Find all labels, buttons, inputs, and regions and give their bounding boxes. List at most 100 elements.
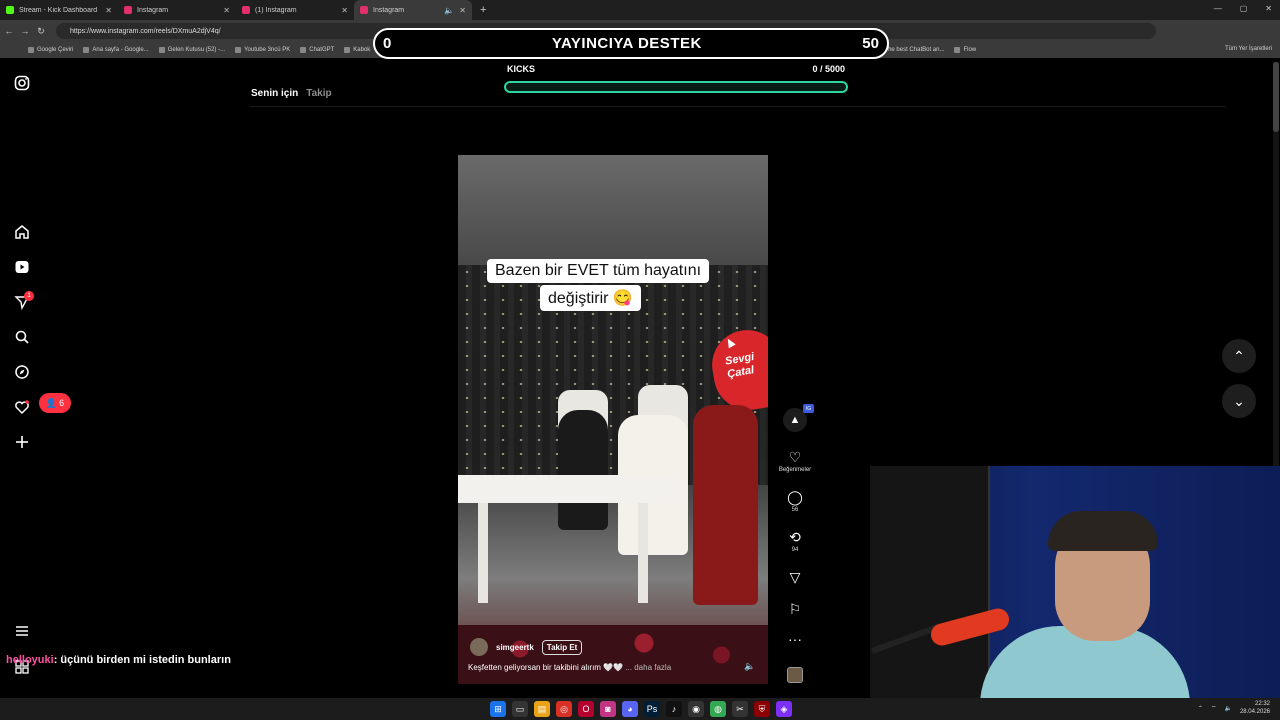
discord-icon[interactable]: ◕ <box>622 701 638 717</box>
browser-tab-bar: Stream - Kick Dashboard ✕ Instagram ✕ (1… <box>0 0 1280 20</box>
windows-taskbar: ⊞ ▭ ▤ ◎ O ◙ ◕ Ps ♪ ◉ ◍ ✂ ⛨ ◈ ⌃ ⌔ 🔈 22:32… <box>0 698 1280 720</box>
scroll-down-button[interactable]: ⌄ <box>1222 384 1256 418</box>
bookmark-item[interactable]: Ana sayfa - Google... <box>83 47 149 53</box>
feed-tabs: Senin için Takip <box>251 88 332 99</box>
mute-icon[interactable]: 🔈 <box>744 661 755 672</box>
chat-text: : üçünü birden mi istedin bunların <box>53 654 231 666</box>
forward-icon[interactable]: → <box>18 26 32 36</box>
all-bookmarks-link[interactable]: Tüm Yer İşaretleri <box>1225 46 1272 52</box>
menu-icon[interactable] <box>12 621 32 641</box>
tiktok-icon[interactable]: ♪ <box>666 701 682 717</box>
browser-tab-instagram-1[interactable]: Instagram ✕ <box>118 0 236 20</box>
comment-button[interactable]: ◯ 56 <box>776 489 814 513</box>
tray-chevron-icon[interactable]: ⌃ <box>1198 705 1203 712</box>
follow-button[interactable]: Takip Et <box>541 639 583 655</box>
audio-thumbnail[interactable] <box>787 667 803 683</box>
notifications-heart-icon[interactable] <box>12 397 32 417</box>
clock-date: 28.04.2026 <box>1239 709 1270 715</box>
bookmark-item[interactable]: ChatGPT <box>300 47 334 53</box>
instagram-icon <box>124 6 132 14</box>
repost-count: 94 <box>791 547 799 553</box>
network-icon[interactable]: ⌔ <box>1211 704 1217 712</box>
task-view-icon[interactable]: ▭ <box>512 701 528 717</box>
bookmark-favicon-icon <box>28 47 34 53</box>
new-followers-count: 6 <box>59 398 65 408</box>
browser-tab-instagram-2[interactable]: (1) Instagram ✕ <box>236 0 354 20</box>
capcut-icon[interactable]: ✂ <box>732 701 748 717</box>
browser-tab-kick[interactable]: Stream - Kick Dashboard ✕ <box>0 0 118 20</box>
scrollbar-thumb[interactable] <box>1273 62 1279 132</box>
taskbar-apps: ⊞ ▭ ▤ ◎ O ◙ ◕ Ps ♪ ◉ ◍ ✂ ⛨ ◈ <box>490 701 792 717</box>
maximize-icon[interactable]: ▢ <box>1240 4 1248 13</box>
clock[interactable]: 22:32 28.04.2026 <box>1240 700 1270 716</box>
reel-caption-line-1: Bazen bir EVET tüm hayatını <box>487 259 710 283</box>
close-window-icon[interactable]: ✕ <box>1265 4 1272 13</box>
create-plus-icon[interactable] <box>12 432 32 452</box>
bookmark-label: Youtube 3ncü PK <box>244 47 291 53</box>
kicks-label: KICKS <box>507 64 536 74</box>
heart-sign-text: Sevgi Çatal <box>724 350 756 381</box>
bookmark-item[interactable]: Flow <box>954 47 976 53</box>
streamer-hair <box>1048 511 1158 551</box>
minimize-icon[interactable]: — <box>1214 4 1222 13</box>
opera-icon[interactable]: O <box>578 701 594 717</box>
instagram-logo-icon[interactable] <box>12 73 32 93</box>
kicks-count: 0 / 5000 <box>812 64 845 74</box>
close-tab-icon[interactable]: ✕ <box>105 6 112 15</box>
repost-button[interactable]: ⟲ 94 <box>776 529 814 553</box>
twitch-icon[interactable]: ◈ <box>776 701 792 717</box>
heart-icon: ♡ <box>788 449 802 465</box>
more-options-button[interactable]: ··· <box>776 631 814 647</box>
reels-icon[interactable] <box>12 257 32 277</box>
avatar[interactable] <box>470 638 488 656</box>
windows-start-icon[interactable]: ⊞ <box>490 701 506 717</box>
tab-following[interactable]: Takip <box>306 88 331 99</box>
close-tab-icon[interactable]: ✕ <box>459 6 466 15</box>
shield-icon[interactable]: ⛨ <box>754 701 770 717</box>
explore-icon[interactable] <box>12 362 32 382</box>
bookmark-item[interactable]: Google Çeviri <box>28 47 73 53</box>
table-leg <box>638 503 648 603</box>
reel-video[interactable]: Sevgi Çatal Bazen bir EVET tüm hayatını … <box>458 133 768 684</box>
new-followers-pill[interactable]: 👤 6 <box>39 393 71 413</box>
save-button[interactable]: ⚐ <box>776 601 814 617</box>
photoshop-icon[interactable]: Ps <box>644 701 660 717</box>
app-icon[interactable]: ◎ <box>556 701 572 717</box>
bookmark-favicon-icon <box>954 47 961 53</box>
home-icon[interactable] <box>12 222 32 242</box>
banner-title: YAYINCIYA DESTEK <box>551 35 702 52</box>
new-tab-button[interactable]: + <box>480 4 486 16</box>
send-icon: ▽ <box>789 569 801 585</box>
browser-tab-instagram-active[interactable]: Instagram 🔈 ✕ <box>354 0 472 20</box>
more-link[interactable]: ... daha fazla <box>625 663 671 672</box>
tab-for-you[interactable]: Senin için <box>251 88 298 99</box>
chrome-icon[interactable]: ◍ <box>710 701 726 717</box>
tab-title: Instagram <box>373 6 405 14</box>
scroll-up-button[interactable]: ⌃ <box>1222 339 1256 373</box>
instagram-app-icon[interactable]: ◙ <box>600 701 616 717</box>
repost-icon: ⟲ <box>789 529 801 545</box>
ig-badge: IG <box>803 404 814 413</box>
close-tab-icon[interactable]: ✕ <box>223 6 230 15</box>
back-icon[interactable]: ← <box>2 26 16 36</box>
reload-icon[interactable]: ↻ <box>34 26 48 37</box>
instagram-icon <box>242 6 250 14</box>
search-icon[interactable] <box>12 327 32 347</box>
obs-icon[interactable]: ◉ <box>688 701 704 717</box>
speaker-icon[interactable]: 🔈 <box>444 6 454 15</box>
close-tab-icon[interactable]: ✕ <box>341 6 348 15</box>
volume-icon[interactable]: 🔈 <box>1224 705 1231 712</box>
share-button[interactable]: ▽ <box>776 569 814 585</box>
reel-scene: Sevgi Çatal <box>458 155 768 684</box>
author-name[interactable]: simgeertk <box>496 643 534 652</box>
like-button[interactable]: ♡ Beğenmeler <box>776 449 814 473</box>
bookmark-favicon-icon <box>235 47 242 53</box>
bookmark-item[interactable]: Gelen Kutusu (52) -... <box>158 47 226 53</box>
ceremony-table <box>458 475 678 503</box>
kick-icon <box>6 6 14 14</box>
bookmark-item[interactable]: Kabok <box>344 47 370 53</box>
file-explorer-icon[interactable]: ▤ <box>534 701 550 717</box>
bookmark-label: Gelen Kutusu (52) -... <box>167 47 226 53</box>
instagram-sidebar: 1 👤 6 <box>0 60 71 700</box>
bookmark-item[interactable]: Youtube 3ncü PK <box>235 47 290 53</box>
